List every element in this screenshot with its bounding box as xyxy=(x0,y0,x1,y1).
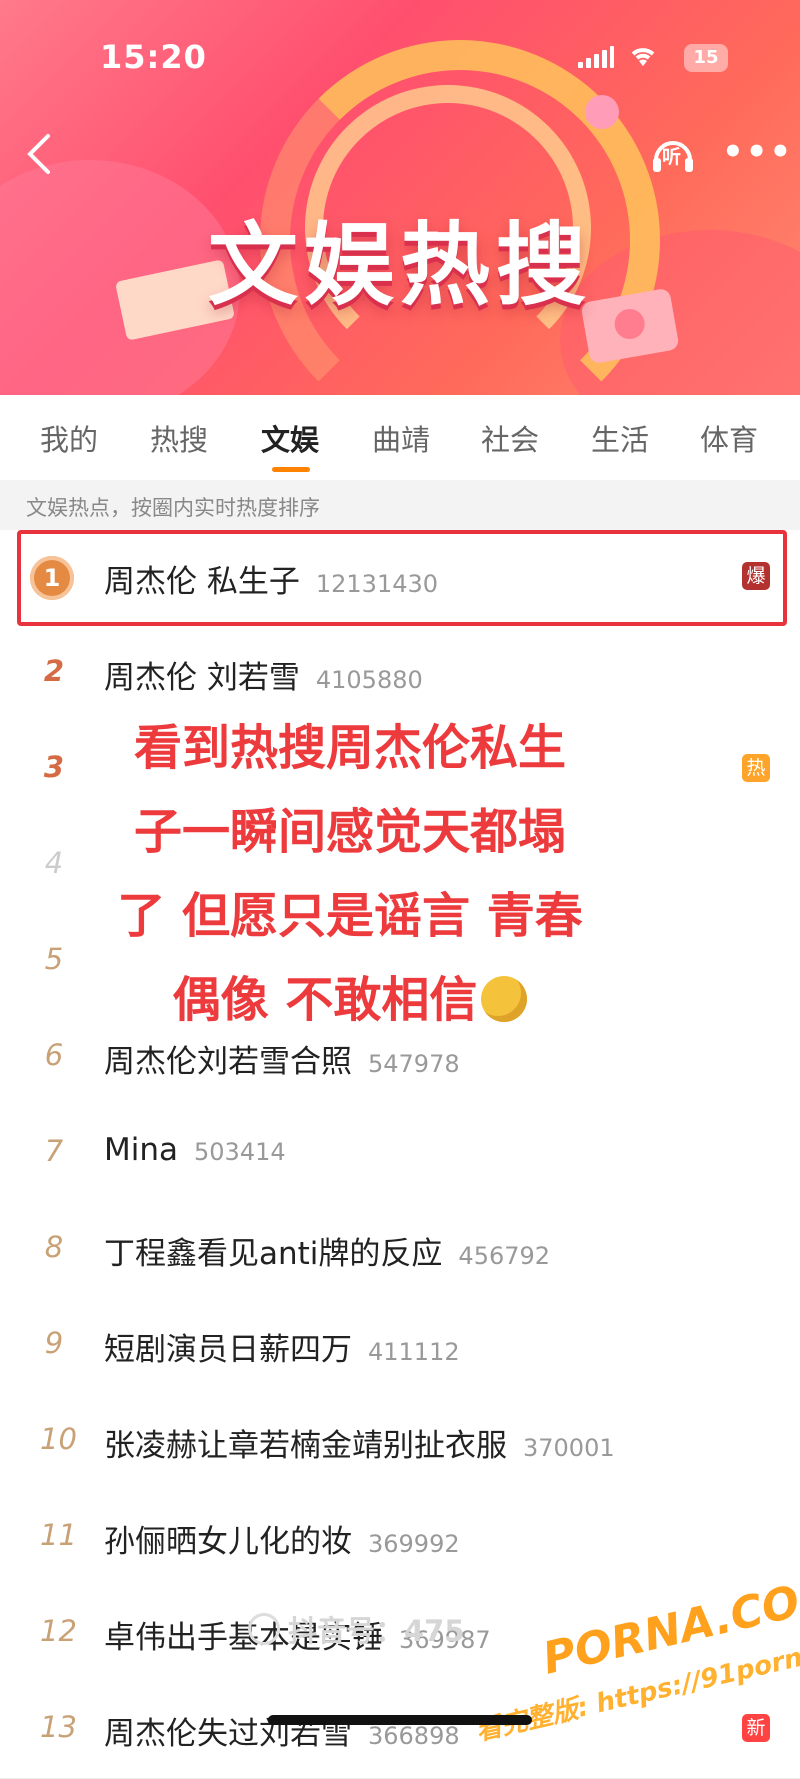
caption-line-last: 偶像 不敢相信 xyxy=(40,958,660,1042)
list-item[interactable]: 8 丁程鑫看见anti牌的反应 456792 xyxy=(0,1202,800,1299)
signal-icon xyxy=(578,46,614,68)
item-count: 369992 xyxy=(368,1530,460,1558)
item-title-text: Mina xyxy=(104,1132,179,1168)
item-count: 547978 xyxy=(368,1050,460,1078)
battery-icon: 15 xyxy=(684,44,728,72)
facepalm-emoji-icon xyxy=(481,976,528,1022)
item-count: 370001 xyxy=(523,1434,615,1462)
item-title: 丁程鑫看见anti牌的反应 456792 xyxy=(104,1228,550,1273)
tab-entertainment[interactable]: 文娱 xyxy=(261,417,319,459)
douyin-logo-icon xyxy=(248,1613,280,1645)
item-title-text: 周杰伦刘若雪合照 xyxy=(104,1044,352,1080)
listen-label: 听 xyxy=(662,146,682,168)
list-description-text: 文娱热点，按圈内实时热度排序 xyxy=(26,496,320,520)
list-item[interactable]: 7 Mina 503414 xyxy=(0,1106,800,1203)
caption-line: 看到热搜周杰伦私生 xyxy=(133,720,566,776)
item-title: 短剧演员日薪四万 411112 xyxy=(104,1324,460,1369)
list-item[interactable]: 9 短剧演员日薪四万 411112 xyxy=(0,1298,800,1395)
chevron-left-icon xyxy=(27,134,50,174)
tab-hot-search[interactable]: 热搜 xyxy=(150,417,208,459)
header-banner: 15:20 15 听 ••• 文娱热搜 xyxy=(0,0,800,395)
item-title: 孙俪晒女儿化的妆 369992 xyxy=(104,1516,460,1561)
item-title-text: 孙俪晒女儿化的妆 xyxy=(104,1524,352,1560)
watermark-text: 抖音号：475 xyxy=(288,1614,465,1648)
item-title-text: 短剧演员日薪四万 xyxy=(104,1332,352,1368)
item-rank: 9 xyxy=(44,1326,64,1360)
item-title: 周杰伦刘若雪合照 547978 xyxy=(104,1036,460,1081)
list-description: 文娱热点，按圈内实时热度排序 xyxy=(0,480,800,530)
hot-badge: 热 xyxy=(742,754,770,782)
item-count: 456792 xyxy=(458,1242,551,1270)
listen-button[interactable]: 听 xyxy=(648,130,698,180)
tab-life[interactable]: 生活 xyxy=(591,417,649,459)
category-tabs: 我的 热搜 文娱 曲靖 社会 生活 体育 xyxy=(0,395,800,480)
item-rank: 8 xyxy=(44,1230,64,1264)
tab-mine[interactable]: 我的 xyxy=(40,417,98,459)
tab-society[interactable]: 社会 xyxy=(481,417,539,459)
item-rank: 6 xyxy=(44,1038,64,1072)
item-count: 411112 xyxy=(368,1338,460,1366)
item-rank: 7 xyxy=(44,1134,64,1168)
status-time: 15:20 xyxy=(100,38,207,76)
list-item[interactable]: 10 张凌赫让章若楠金靖别扯衣服 370001 xyxy=(0,1394,800,1491)
item-count: 503414 xyxy=(194,1138,286,1166)
highlight-box xyxy=(17,530,787,626)
item-rank: 2 xyxy=(43,654,65,688)
item-title-text: 丁程鑫看见anti牌的反应 xyxy=(104,1236,443,1272)
active-tab-indicator xyxy=(272,467,310,472)
tab-qujing[interactable]: 曲靖 xyxy=(372,417,430,459)
item-count: 366898 xyxy=(368,1722,460,1750)
item-rank: 11 xyxy=(40,1518,77,1552)
list-item[interactable]: 11 孙俪晒女儿化的妆 369992 xyxy=(0,1490,800,1587)
wifi-icon xyxy=(628,44,658,73)
item-title: Mina 503414 xyxy=(104,1132,286,1168)
caption-line: 子一瞬间感觉天都塌 xyxy=(133,804,566,860)
home-indicator[interactable] xyxy=(268,1715,532,1725)
caption-line-text: 偶像 不敢相信 xyxy=(172,972,478,1028)
more-options-button[interactable]: ••• xyxy=(722,135,793,169)
douyin-watermark: 抖音号：475 xyxy=(248,1608,465,1650)
caption-line: 了 但愿只是谣言 青春 xyxy=(117,888,583,944)
item-title-text: 张凌赫让章若楠金靖别扯衣服 xyxy=(104,1428,507,1464)
item-title: 周杰伦 刘若雪 4105880 xyxy=(104,652,423,697)
item-rank: 10 xyxy=(40,1422,77,1456)
back-button[interactable] xyxy=(22,132,62,174)
item-title-text: 周杰伦 刘若雪 xyxy=(104,660,300,696)
caption-overlay: 看到热搜周杰伦私生 子一瞬间感觉天都塌 了 但愿只是谣言 青春 偶像 不敢相信 xyxy=(40,706,660,1042)
item-title: 张凌赫让章若楠金靖别扯衣服 370001 xyxy=(104,1420,615,1465)
item-count: 4105880 xyxy=(315,666,423,694)
tab-sports[interactable]: 体育 xyxy=(700,417,758,459)
item-rank: 12 xyxy=(40,1614,77,1648)
item-rank: 13 xyxy=(40,1710,77,1744)
new-badge: 新 xyxy=(742,1714,770,1742)
planet-illustration xyxy=(585,95,619,129)
page-title: 文娱热搜 xyxy=(208,213,592,318)
